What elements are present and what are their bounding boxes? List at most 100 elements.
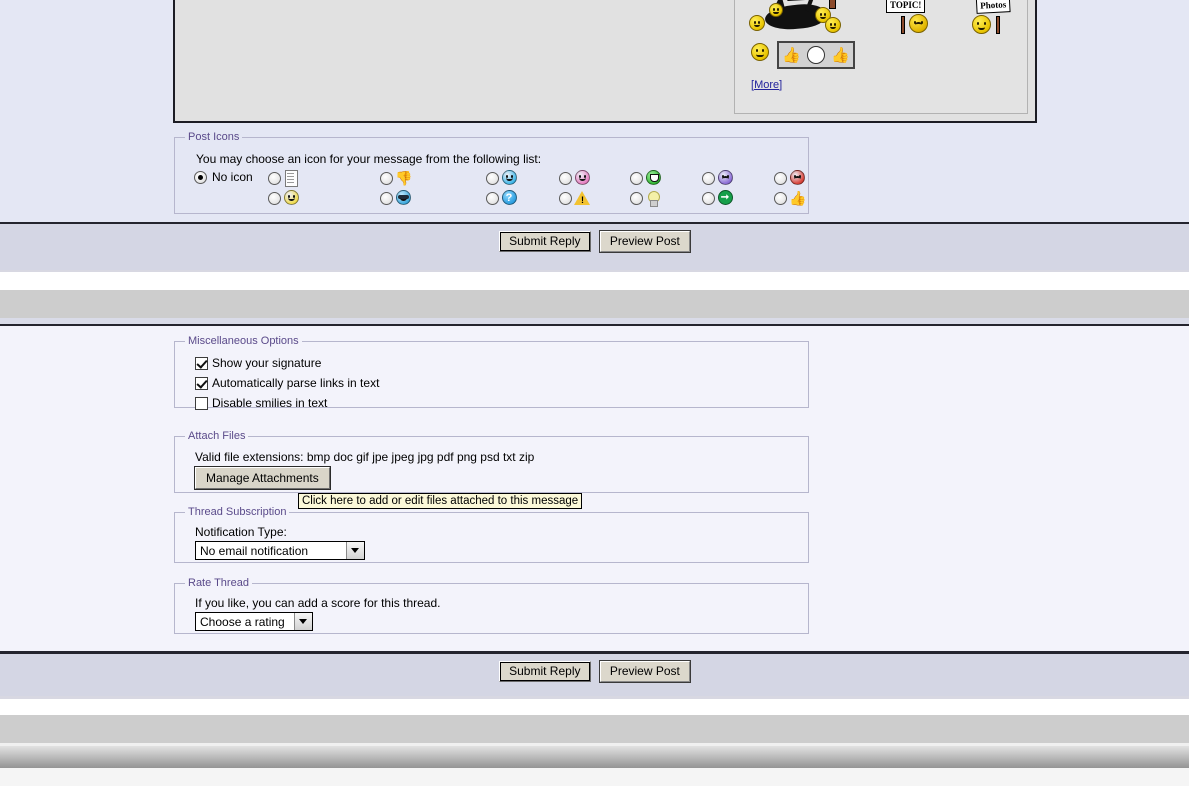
icon-document (283, 170, 299, 187)
icon-smile-blue (501, 170, 517, 186)
radio-grin-green[interactable] (630, 171, 643, 185)
smilie-cool-photos[interactable]: Cool Photos (968, 0, 1028, 39)
smilie-sign-text: OFF TOPIC! (886, 0, 926, 13)
icon-smile-yellow (283, 190, 299, 206)
chevron-down-icon[interactable] (346, 542, 364, 559)
radio-thumbs-down[interactable] (380, 171, 393, 185)
separator-gray-bar-1 (0, 290, 1189, 318)
notification-type-label: Notification Type: (195, 525, 287, 539)
icon-cool-shades (395, 190, 411, 206)
submit-reply-button-bottom[interactable]: Submit Reply (499, 661, 591, 682)
radio-lightbulb[interactable] (630, 191, 643, 205)
button-bar-bottom: Submit Reply Preview Post (0, 654, 1189, 696)
message-textarea-region[interactable] (175, 0, 731, 119)
checkbox-row-disable-smilies[interactable]: Disable smilies in text (195, 394, 798, 412)
radio-no-icon[interactable] (194, 170, 207, 184)
more-smilies-anchor[interactable]: More (754, 79, 779, 91)
smilie-box: REpost O (734, 0, 1028, 114)
footer-area (0, 768, 1189, 786)
icon-embarrassed (574, 170, 590, 186)
thread-subscription-fieldset: Thread Subscription Notification Type: N… (174, 506, 809, 563)
attach-files-fieldset: Attach Files Valid file extensions: bmp … (174, 430, 809, 493)
post-icon-option-grin-green[interactable] (630, 170, 661, 186)
smilie-two-thumbs-up[interactable]: 👍 👍 (751, 41, 861, 71)
spacer-white-1 (0, 272, 1189, 290)
page-root: REpost O (0, 0, 1189, 786)
smilie-off-topic[interactable]: OFF TOPIC! (882, 0, 942, 39)
separator-gray-bar-2 (0, 715, 1189, 743)
post-icon-option-smile-blue[interactable] (486, 170, 517, 186)
misc-options-legend: Miscellaneous Options (188, 335, 299, 347)
preview-post-button-top[interactable]: Preview Post (598, 230, 691, 253)
post-icon-option-thumbs-down[interactable]: 👎 (380, 170, 413, 186)
rate-thread-legend: Rate Thread (188, 577, 249, 589)
submit-reply-button-top[interactable]: Submit Reply (499, 231, 591, 252)
post-icon-option-smile-yellow[interactable] (268, 190, 299, 206)
chevron-down-icon[interactable] (294, 613, 312, 630)
post-icon-option-lightbulb[interactable] (630, 190, 661, 207)
post-icon-option-arrow-green[interactable]: ➞ (702, 190, 733, 206)
radio-cool-shades[interactable] (380, 191, 393, 205)
post-icon-option-exclamation[interactable]: ! (559, 190, 590, 206)
show-signature-checkbox[interactable] (195, 356, 208, 370)
radio-exclamation[interactable] (559, 191, 572, 205)
preview-post-button-bottom[interactable]: Preview Post (598, 660, 691, 683)
icon-lightbulb (645, 190, 661, 207)
rating-select[interactable]: Choose a rating (195, 612, 313, 631)
notification-type-select[interactable]: No email notification (195, 541, 365, 560)
footer-gradient-bar (0, 746, 1189, 768)
post-icon-option-question[interactable]: ? (486, 190, 517, 206)
manage-attachments-tooltip: Click here to add or edit files attached… (298, 493, 583, 509)
radio-document[interactable] (268, 171, 281, 185)
radio-smile-blue[interactable] (486, 171, 499, 185)
smilie-sign-text: Cool Photos (975, 0, 1011, 14)
parse-links-checkbox[interactable] (195, 376, 208, 390)
icon-grin-green (645, 170, 661, 186)
post-icons-fieldset: Post Icons You may choose an icon for yo… (174, 131, 809, 214)
radio-question[interactable] (486, 191, 499, 205)
icon-exclamation: ! (574, 190, 590, 206)
radio-angry-red[interactable] (774, 171, 787, 185)
smilie-sign-text: REpost (786, 0, 824, 1)
post-options-area: Miscellaneous Options Show your signatur… (0, 326, 1189, 651)
more-smilies-link[interactable]: [More] (751, 79, 782, 91)
post-icon-option-angry-red[interactable] (774, 170, 805, 186)
smilie-repost-dead-horse[interactable]: REpost (747, 0, 847, 39)
radio-arrow-green[interactable] (702, 191, 715, 205)
attach-files-legend: Attach Files (188, 430, 246, 442)
radio-confused[interactable] (702, 171, 715, 185)
post-icon-option-cool-shades[interactable] (380, 190, 411, 206)
more-bracket-close: ] (779, 79, 783, 91)
message-editor-panel: REpost O (173, 0, 1037, 123)
icon-arrow-green: ➞ (717, 190, 733, 206)
post-icon-option-confused[interactable] (702, 170, 733, 186)
post-icon-option-thumbs-up[interactable]: 👍 (774, 190, 807, 206)
post-icons-legend: Post Icons (188, 131, 240, 143)
disable-smilies-checkbox[interactable] (195, 396, 208, 410)
checkbox-row-parse-links[interactable]: Automatically parse links in text (195, 374, 798, 392)
post-icon-no-icon-label: No icon (212, 170, 253, 184)
checkbox-row-show-signature[interactable]: Show your signature (195, 354, 798, 372)
parse-links-label: Automatically parse links in text (212, 376, 380, 390)
radio-thumbs-up[interactable] (774, 191, 787, 205)
radio-embarrassed[interactable] (559, 171, 572, 185)
valid-extensions-text: Valid file extensions: bmp doc gif jpe j… (195, 450, 535, 464)
rating-value: Choose a rating (200, 615, 285, 629)
post-icon-option-embarrassed[interactable] (559, 170, 590, 186)
post-icons-grid: No icon 👎?! ➞ 👍 (194, 170, 806, 212)
radio-smile-yellow[interactable] (268, 191, 281, 205)
button-bar-top: Submit Reply Preview Post (0, 224, 1189, 270)
manage-attachments-button[interactable]: Manage Attachments (194, 466, 331, 490)
icon-thumbs-up: 👍 (789, 190, 807, 206)
icon-question: ? (501, 190, 517, 206)
spacer-white-2 (0, 699, 1189, 715)
icon-confused (717, 170, 733, 186)
icon-thumbs-down: 👎 (395, 170, 413, 186)
post-icon-option-document[interactable] (268, 170, 299, 187)
rate-thread-fieldset: Rate Thread If you like, you can add a s… (174, 577, 809, 634)
post-icons-description: You may choose an icon for your message … (196, 152, 542, 166)
notification-type-value: No email notification (200, 544, 309, 558)
disable-smilies-label: Disable smilies in text (212, 396, 328, 410)
rate-thread-description: If you like, you can add a score for thi… (195, 596, 441, 610)
post-icon-option-no-icon[interactable]: No icon (194, 170, 253, 184)
